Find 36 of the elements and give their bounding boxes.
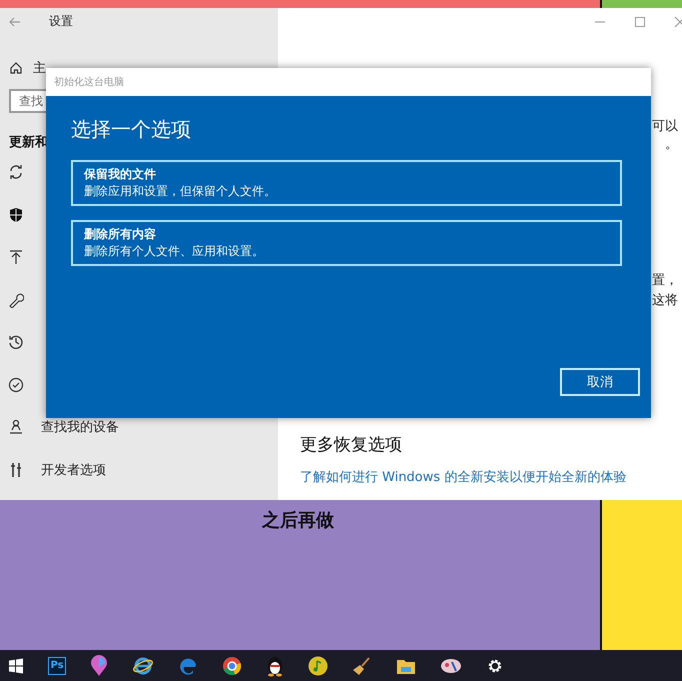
tools-icon — [8, 462, 24, 478]
browser-icon[interactable] — [178, 656, 198, 676]
browser-icon[interactable] — [132, 656, 154, 676]
broom-icon[interactable] — [352, 656, 372, 676]
music-note-icon[interactable] — [308, 656, 328, 676]
windows-start-icon[interactable] — [8, 658, 24, 674]
home-link[interactable]: 主 — [33, 59, 46, 77]
sidebar-item[interactable]: 开发者选项 — [41, 460, 106, 479]
app-icon[interactable]: Ps — [48, 656, 66, 674]
option-button[interactable]: 删除所有内容 删除所有个人文件、应用和设置。 — [71, 220, 622, 266]
home-icon[interactable] — [9, 61, 23, 75]
wrench-icon — [8, 292, 24, 308]
history-icon — [8, 334, 24, 350]
body-text: 这将 — [652, 292, 678, 309]
penguin-icon[interactable] — [266, 654, 284, 676]
sidebar-item[interactable]: 查找我的设备 — [41, 418, 119, 436]
dialog-title: 初始化这台电脑 — [46, 68, 651, 96]
body-text: 可以 — [652, 118, 678, 135]
chrome-icon[interactable] — [222, 656, 242, 676]
dialog-heading: 选择一个选项 — [71, 116, 192, 143]
upload-icon — [8, 249, 24, 266]
window-title: 设置 — [49, 13, 73, 30]
palette-icon[interactable] — [440, 656, 462, 674]
desktop-caption: 之后再做 — [262, 509, 334, 532]
person-icon — [8, 419, 24, 436]
body-text: 置， — [652, 272, 678, 289]
option-button[interactable]: 保留我的文件 删除应用和设置，但保留个人文件。 — [71, 160, 622, 206]
shield-icon — [8, 206, 24, 223]
section-heading: 更多恢复选项 — [300, 434, 403, 456]
maximize-icon[interactable] — [634, 16, 646, 28]
body-text: 。 — [665, 136, 678, 153]
cancel-button[interactable]: 取消 — [560, 368, 640, 396]
sync-icon — [8, 164, 24, 180]
droplet-icon[interactable] — [90, 654, 108, 676]
help-link[interactable]: 了解如何进行 Windows 的全新安装以便开始全新的体验 — [300, 468, 682, 486]
check-circle-icon — [8, 376, 24, 393]
